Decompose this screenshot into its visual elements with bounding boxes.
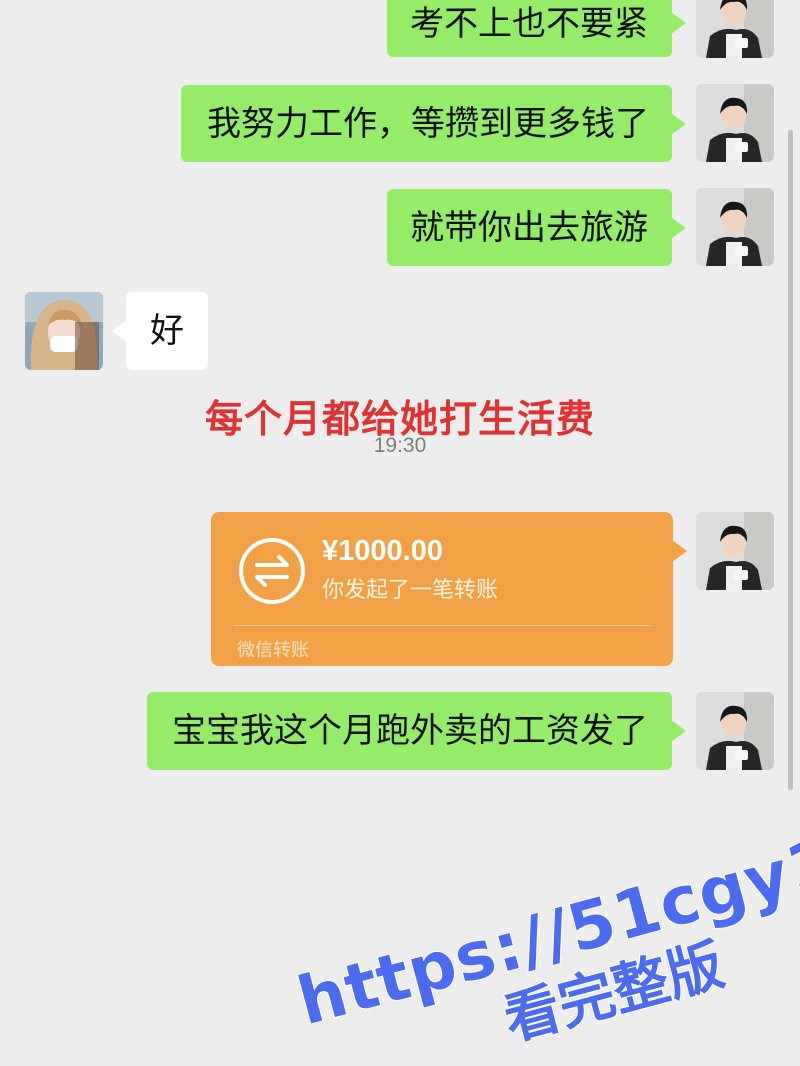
message-text: 考不上也不要紧	[410, 3, 648, 44]
bubble-tail	[112, 320, 127, 342]
transfer-arrows-icon	[237, 536, 307, 606]
my-avatar[interactable]	[696, 692, 774, 770]
message-bubble-sent[interactable]: 就带你出去旅游	[387, 189, 686, 266]
avatar-image	[696, 512, 774, 590]
transfer-footer-label: 微信转账	[237, 640, 309, 661]
message-text: 就带你出去旅游	[410, 207, 648, 248]
card-divider	[233, 625, 651, 626]
transfer-description: 你发起了一笔转账	[322, 578, 499, 603]
transfer-message-card[interactable]: ¥1000.00 你发起了一笔转账 微信转账	[211, 512, 687, 666]
message-bubble-received[interactable]: 好	[112, 292, 208, 370]
avatar-image	[696, 188, 774, 266]
message-timestamp: 19:30	[373, 434, 427, 457]
message-text: 好	[150, 311, 184, 351]
message-text: 我努力工作，等攒到更多钱了	[207, 103, 649, 144]
contact-avatar[interactable]	[25, 292, 103, 370]
message-bubble-sent[interactable]: 考不上也不要紧	[387, 0, 686, 57]
avatar-image	[25, 292, 103, 370]
transfer-amount: ¥1000.00	[322, 535, 443, 567]
scrollbar[interactable]	[788, 130, 793, 790]
avatar-image	[696, 84, 774, 162]
my-avatar[interactable]	[696, 0, 774, 58]
message-bubble-sent[interactable]: 我努力工作，等攒到更多钱了	[181, 85, 686, 162]
my-avatar[interactable]	[696, 188, 774, 266]
bubble-tail	[671, 112, 686, 135]
bubble-tail	[672, 540, 687, 562]
message-bubble-sent[interactable]: 宝宝我这个月跑外卖的工资发了	[147, 692, 686, 770]
avatar-image	[696, 0, 774, 58]
bubble-tail	[671, 720, 686, 742]
chat-area: 考不上也不要紧 我努力工作，等攒到更多钱了 就带你出去旅游 好 每个月都给她打生…	[0, 0, 800, 1066]
avatar-image	[696, 692, 774, 770]
my-avatar[interactable]	[696, 84, 774, 162]
message-text: 宝宝我这个月跑外卖的工资发了	[172, 711, 648, 751]
bubble-tail	[671, 216, 686, 239]
my-avatar[interactable]	[696, 512, 774, 590]
bubble-tail	[671, 12, 686, 34]
